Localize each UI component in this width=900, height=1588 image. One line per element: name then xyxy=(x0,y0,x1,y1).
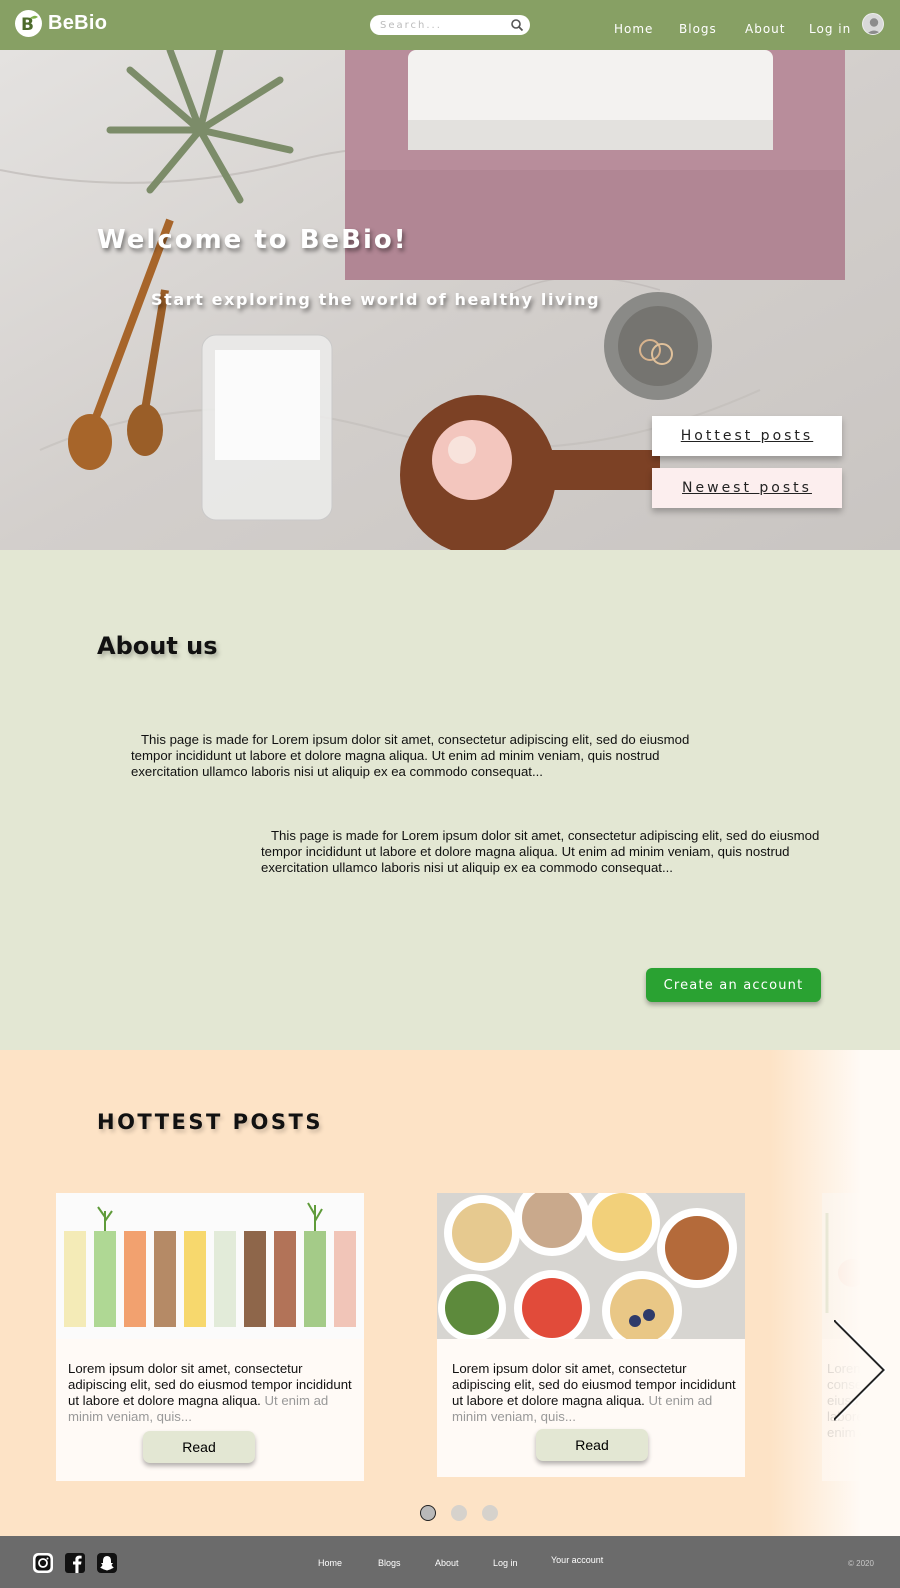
nav-about-link[interactable]: About xyxy=(745,22,785,36)
nav-login-link[interactable]: Log in xyxy=(809,22,851,36)
post-excerpt: Lorem ipsum dolor sit amet, consectetur … xyxy=(452,1361,736,1424)
footer-account-link[interactable]: Your account xyxy=(551,1555,603,1565)
instagram-icon[interactable] xyxy=(32,1552,54,1574)
hottest-posts-button[interactable]: Hottest posts xyxy=(652,416,842,456)
footer: Home Blogs About Log in Your account © 2… xyxy=(0,1536,900,1588)
hero-subtitle: Start exploring the world of healthy liv… xyxy=(151,290,601,309)
about-section: About us This page is made for Lorem ips… xyxy=(0,550,900,1050)
about-paragraph-1: This page is made for Lorem ipsum dolor … xyxy=(131,732,690,779)
hottest-posts-section: HOTTEST POSTS Lorem ipsum dolor sit amet… xyxy=(0,1050,900,1536)
nav-blogs-link[interactable]: Blogs xyxy=(679,22,717,36)
hottest-posts-title: HOTTEST POSTS xyxy=(97,1110,323,1134)
nav-home-link[interactable]: Home xyxy=(614,22,653,36)
brand-name: BeBio xyxy=(48,12,108,34)
search-icon[interactable] xyxy=(510,18,524,32)
create-account-button[interactable]: Create an account xyxy=(646,968,821,1002)
post-image-cosmetics xyxy=(822,1193,900,1339)
brand-logo[interactable]: B BeBio xyxy=(15,10,107,37)
footer-login-link[interactable]: Log in xyxy=(493,1558,518,1568)
copyright: © 2020 xyxy=(848,1559,874,1568)
search-bar[interactable] xyxy=(370,15,530,35)
carousel-dot-3[interactable] xyxy=(482,1505,498,1521)
hero-title: Welcome to BeBio! xyxy=(97,225,408,255)
footer-home-link[interactable]: Home xyxy=(318,1558,342,1568)
search-input[interactable] xyxy=(380,17,505,33)
carousel-dot-2[interactable] xyxy=(451,1505,467,1521)
snapchat-icon[interactable] xyxy=(96,1552,118,1574)
post-image-breakfast-bowls xyxy=(437,1193,745,1339)
post-image-herbs xyxy=(56,1193,364,1339)
facebook-icon[interactable] xyxy=(64,1552,86,1574)
user-avatar-icon[interactable] xyxy=(862,13,884,35)
footer-blogs-link[interactable]: Blogs xyxy=(378,1558,401,1568)
hero-banner: Welcome to BeBio! Start exploring the wo… xyxy=(0,50,900,550)
newest-posts-button[interactable]: Newest posts xyxy=(652,468,842,508)
carousel-next-arrow-icon[interactable] xyxy=(834,1320,894,1450)
about-title: About us xyxy=(97,632,218,660)
read-button[interactable]: Read xyxy=(143,1431,255,1463)
footer-about-link[interactable]: About xyxy=(435,1558,459,1568)
about-paragraph-2: This page is made for Lorem ipsum dolor … xyxy=(261,828,820,875)
bebio-logo-icon: B xyxy=(15,10,42,37)
post-card[interactable]: Lorem ipsum dolor sit amet, consectetur … xyxy=(56,1193,364,1481)
top-navbar: B BeBio Home Blogs About Log in xyxy=(0,0,900,50)
post-excerpt: Lorem ipsum dolor sit amet, consectetur … xyxy=(68,1361,352,1424)
read-button[interactable]: Read xyxy=(536,1429,648,1461)
carousel-dot-1[interactable] xyxy=(420,1505,436,1521)
post-card[interactable]: Lorem ipsum dolor sit amet, consectetur … xyxy=(437,1193,745,1477)
